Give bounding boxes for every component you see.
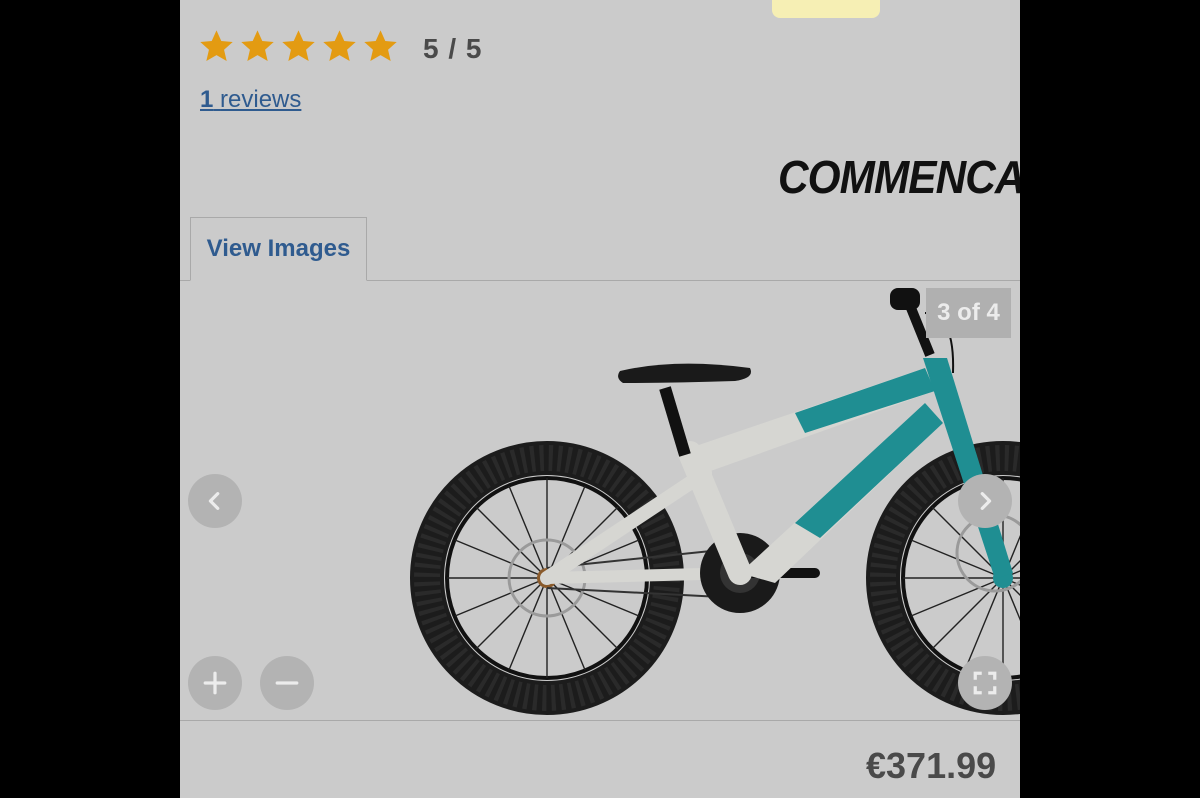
reviews-count: 1 (200, 86, 214, 113)
plus-icon (203, 671, 227, 695)
product-image-bike (410, 288, 1020, 715)
fullscreen-icon (973, 671, 997, 695)
tab-view-images-label: View Images (206, 235, 351, 262)
next-image-button[interactable] (958, 474, 1012, 528)
product-price: €371.99 (866, 745, 997, 786)
chevron-left-icon (208, 492, 220, 510)
notification-tab[interactable] (772, 0, 880, 18)
rating-score: 5 / 5 (423, 33, 483, 64)
chevron-right-icon (980, 492, 992, 510)
fullscreen-button[interactable] (958, 656, 1012, 710)
star-icon (200, 30, 233, 61)
left-letterbox (0, 0, 180, 798)
previous-image-button[interactable] (188, 474, 242, 528)
image-counter: 3 of 4 (926, 288, 1011, 338)
star-icon (364, 30, 397, 61)
star-icon (282, 30, 315, 61)
reviews-link[interactable]: 1 reviews (200, 86, 301, 114)
right-letterbox (1020, 0, 1200, 798)
zoom-out-button[interactable] (260, 656, 314, 710)
star-rating (198, 28, 399, 65)
tab-view-images[interactable]: View Images (190, 217, 367, 281)
star-icon (241, 30, 274, 61)
zoom-in-button[interactable] (188, 656, 242, 710)
saddle (618, 363, 751, 383)
reviews-label: reviews (220, 86, 302, 113)
brand-logo[interactable]: COMMENCAL (778, 150, 1020, 204)
star-icon (323, 30, 356, 61)
minus-icon (275, 681, 299, 685)
gallery-bottom-divider (180, 720, 1020, 721)
product-page: 5 / 5 1 reviews COMMENCAL View Images (180, 0, 1020, 798)
seat-post (659, 386, 691, 457)
